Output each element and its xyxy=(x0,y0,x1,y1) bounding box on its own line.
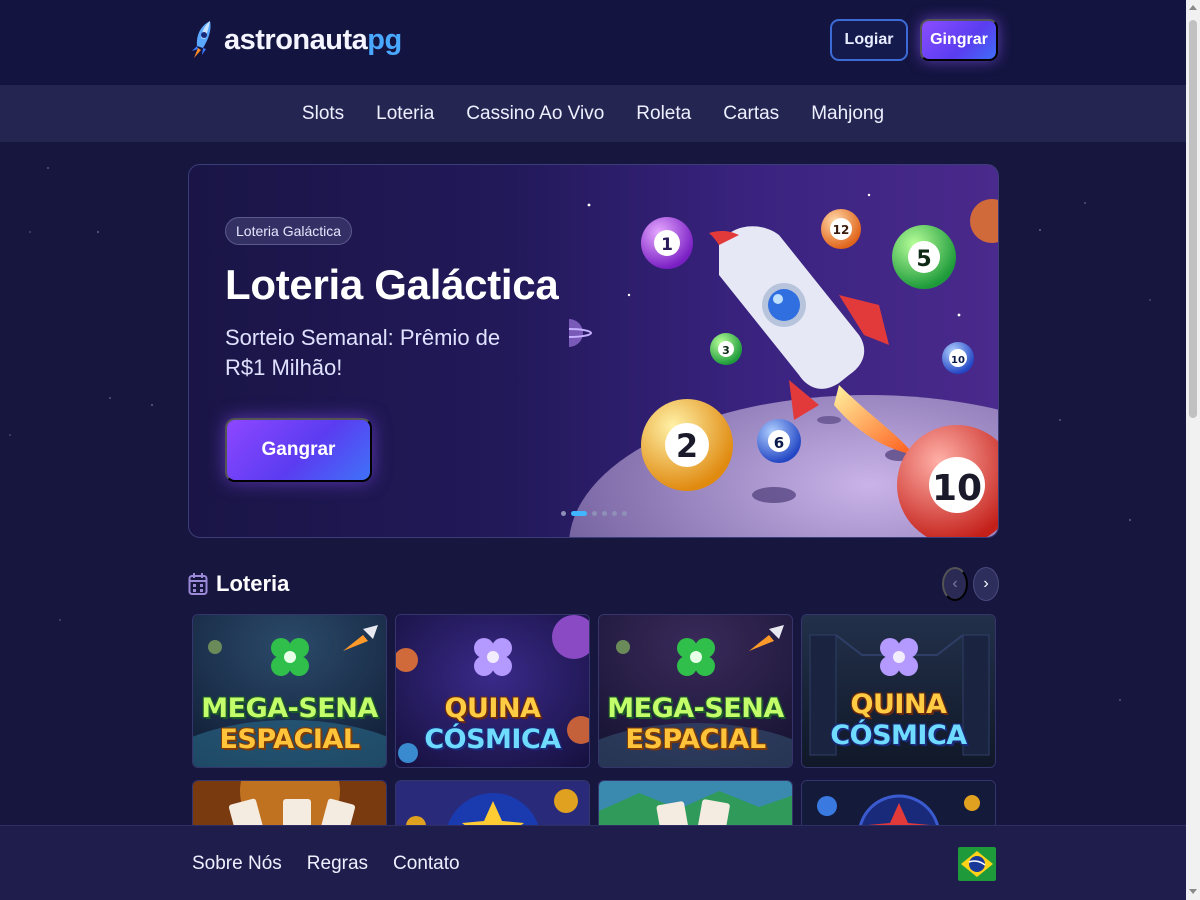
main-nav: Slots Loteria Cassino Ao Vivo Roleta Car… xyxy=(0,85,1186,142)
svg-text:5: 5 xyxy=(916,247,931,272)
clover-icon xyxy=(474,638,512,676)
svg-text:2: 2 xyxy=(676,427,698,465)
card-title-line1: QUINA xyxy=(850,689,947,720)
svg-text:10: 10 xyxy=(951,355,965,366)
section-header-loteria: Loteria xyxy=(188,566,999,602)
logo-text-suffix: pg xyxy=(367,23,402,56)
rocket-icon xyxy=(192,21,211,58)
carousel-next-button[interactable]: › xyxy=(973,567,999,601)
signup-button[interactable]: Gingrar xyxy=(920,19,998,61)
game-card[interactable]: QUINA CÓSMICA xyxy=(395,614,590,768)
hero-illustration: 1 12 5 3 10 2 6 10 xyxy=(569,193,998,537)
card-title-line2: ESPACIAL xyxy=(219,724,360,755)
hero-banner[interactable]: 1 12 5 3 10 2 6 10 Loteria Galáctica Lot… xyxy=(188,164,999,538)
card-title-line2: CÓSMICA xyxy=(830,720,967,751)
lottery-ball: 6 xyxy=(757,419,801,463)
game-card[interactable]: QUINA CÓSMICA xyxy=(801,614,996,768)
card-title-line1: MEGA-SENA xyxy=(201,693,378,724)
carousel-dot[interactable] xyxy=(561,511,566,516)
nav-item-roleta[interactable]: Roleta xyxy=(636,103,691,125)
lottery-ball: 1 xyxy=(641,217,693,269)
hero-cta-button[interactable]: Gangrar xyxy=(225,418,372,482)
chevron-right-icon: › xyxy=(983,575,989,592)
card-title-line2: ESPACIAL xyxy=(625,724,766,755)
nav-item-mahjong[interactable]: Mahjong xyxy=(811,103,884,125)
clover-icon xyxy=(880,638,918,676)
top-header: astronautapg Logiar Gingrar xyxy=(0,0,1186,85)
card-title-line2: CÓSMICA xyxy=(424,724,561,755)
carousel-dot-active[interactable] xyxy=(571,511,587,516)
nav-item-loteria[interactable]: Loteria xyxy=(376,103,434,125)
card-title-line1: MEGA-SENA xyxy=(607,693,784,724)
calendar-icon xyxy=(188,573,208,595)
svg-text:12: 12 xyxy=(833,223,850,237)
svg-text:3: 3 xyxy=(722,344,730,357)
lottery-ball: 2 xyxy=(641,399,733,491)
carousel-prev-button[interactable]: ‹ xyxy=(942,567,968,601)
svg-text:6: 6 xyxy=(774,434,784,452)
logo-text-main: astronauta xyxy=(224,23,368,56)
lottery-ball: 3 xyxy=(710,333,742,365)
scrollbar-thumb[interactable] xyxy=(1189,20,1197,418)
carousel-dot[interactable] xyxy=(592,511,597,516)
carousel-dot[interactable] xyxy=(612,511,617,516)
scroll-down-arrow-icon[interactable] xyxy=(1189,889,1197,894)
game-card[interactable]: MEGA-SENA ESPACIAL xyxy=(192,614,387,768)
hero-badge: Loteria Galáctica xyxy=(225,217,353,245)
site-logo[interactable]: astronautapg xyxy=(188,18,402,62)
card-title-line1: QUINA xyxy=(444,693,541,724)
hero-subtitle: Sorteio Semanal: Prêmio de R$1 Milhão! xyxy=(225,325,501,380)
scroll-up-arrow-icon[interactable] xyxy=(1189,5,1197,10)
footer: Sobre Nós Regras Contato xyxy=(0,825,1186,900)
clover-icon xyxy=(677,638,715,676)
section-title: Loteria xyxy=(216,571,290,596)
nav-item-cassino-ao-vivo[interactable]: Cassino Ao Vivo xyxy=(466,103,604,125)
nav-item-cartas[interactable]: Cartas xyxy=(723,103,779,125)
lottery-ball: 5 xyxy=(892,225,956,289)
footer-link-sobre-nos[interactable]: Sobre Nós xyxy=(192,853,282,875)
clover-icon xyxy=(271,638,309,676)
brazil-flag-icon[interactable] xyxy=(958,847,996,881)
svg-text:10: 10 xyxy=(932,468,982,509)
carousel-dot[interactable] xyxy=(602,511,607,516)
lottery-ball: 10 xyxy=(942,342,974,374)
footer-link-regras[interactable]: Regras xyxy=(307,853,368,875)
game-card[interactable]: MEGA-SENA ESPACIAL xyxy=(598,614,793,768)
hero-title: Loteria Galáctica xyxy=(225,261,559,308)
footer-links: Sobre Nós Regras Contato xyxy=(192,853,460,875)
svg-text:1: 1 xyxy=(661,235,673,255)
chevron-left-icon: ‹ xyxy=(952,575,958,592)
carousel-dot[interactable] xyxy=(622,511,627,516)
lottery-ball: 12 xyxy=(821,209,861,249)
nav-item-slots[interactable]: Slots xyxy=(302,103,344,125)
carousel-indicators xyxy=(561,511,627,516)
page-scrollbar[interactable] xyxy=(1186,0,1200,900)
footer-link-contato[interactable]: Contato xyxy=(393,853,460,875)
login-button[interactable]: Logiar xyxy=(830,19,908,61)
